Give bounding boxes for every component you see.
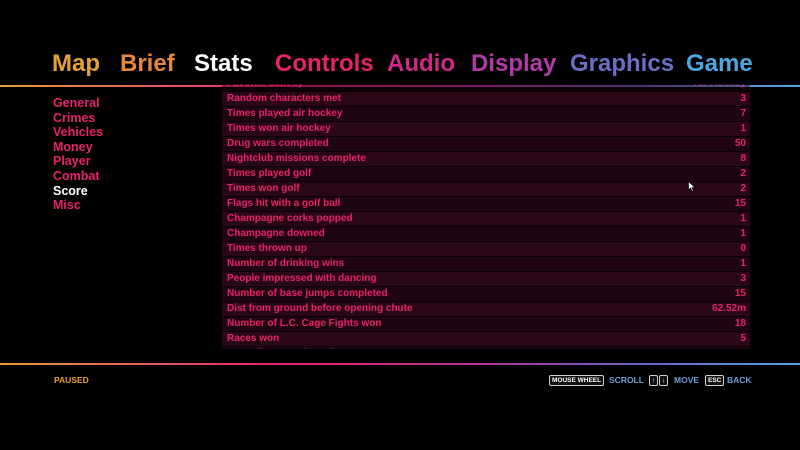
sidebar-item-combat[interactable]: Combat bbox=[53, 169, 103, 184]
stat-value: Air Hockey bbox=[694, 84, 746, 91]
back-button[interactable]: BACK bbox=[727, 375, 752, 385]
stat-value: 7 bbox=[740, 108, 746, 119]
stat-value: 50 bbox=[734, 138, 746, 149]
sidebar-item-vehicles[interactable]: Vehicles bbox=[53, 125, 103, 140]
stat-label: Flags hit with a golf ball bbox=[227, 198, 341, 209]
stat-label: Drug wars completed bbox=[227, 138, 329, 149]
footer-divider bbox=[0, 363, 800, 365]
menu-tab-bar: Map Brief Stats Controls Audio Display G… bbox=[0, 48, 800, 82]
stat-row[interactable]: Races won 5 bbox=[222, 332, 750, 347]
scroll-hint: SCROLL bbox=[609, 375, 644, 385]
stat-value: 50 bbox=[735, 347, 746, 349]
stat-value: 1 bbox=[740, 213, 746, 224]
stat-row[interactable]: Number of L.C. Cage Fights won 18 bbox=[222, 317, 750, 332]
stats-category-list: General Crimes Vehicles Money Player Com… bbox=[53, 96, 103, 213]
stat-row[interactable]: Favorite activity Air Hockey bbox=[222, 84, 750, 92]
stat-row[interactable]: Champagne corks popped 1 bbox=[222, 212, 750, 227]
stat-value: 8 bbox=[740, 153, 746, 164]
stat-value: 2 bbox=[740, 183, 746, 194]
stat-row[interactable]: Dist from ground before opening chute 62.… bbox=[222, 302, 750, 317]
mouse-cursor-icon bbox=[688, 181, 696, 192]
mouse-wheel-key-icon: MOUSE WHEEL bbox=[549, 375, 605, 386]
stat-label: Races won bbox=[227, 333, 280, 344]
sidebar-item-player[interactable]: Player bbox=[53, 154, 103, 169]
stat-value: 2 bbox=[740, 168, 746, 179]
tab-map[interactable]: Map bbox=[52, 48, 100, 80]
stat-label: Nightclub missions complete bbox=[227, 153, 366, 164]
up-arrow-key-icon: ↑ bbox=[649, 375, 659, 386]
footer-bar: PAUSED MOUSE WHEEL SCROLL ↑ ↓ MOVE ESC B… bbox=[0, 373, 800, 389]
tab-brief[interactable]: Brief bbox=[120, 48, 175, 80]
stat-value: 0 bbox=[740, 243, 746, 254]
stat-row[interactable]: Number of drinking wins 1 bbox=[222, 257, 750, 272]
stat-label: Number of L.C. Cage Fights won bbox=[227, 318, 382, 329]
sidebar-item-general[interactable]: General bbox=[53, 96, 103, 111]
stat-label: Times won golf bbox=[227, 183, 300, 194]
stat-value: 5 bbox=[740, 333, 746, 344]
stat-label: Number of base jumps completed bbox=[227, 288, 388, 299]
stat-value: 1 bbox=[740, 228, 746, 239]
stat-row[interactable]: Times won air hockey 1 bbox=[222, 122, 750, 137]
stat-label: Times thrown up bbox=[227, 243, 307, 254]
stat-row[interactable]: People impressed with dancing 3 bbox=[222, 272, 750, 287]
tab-graphics[interactable]: Graphics bbox=[570, 48, 674, 80]
paused-status: PAUSED bbox=[54, 375, 89, 385]
sidebar-item-crimes[interactable]: Crimes bbox=[53, 111, 103, 126]
stat-label: Times played golf bbox=[227, 168, 312, 179]
stat-value: 3 bbox=[740, 273, 746, 284]
stat-value: 15 bbox=[734, 198, 746, 209]
stat-row[interactable]: Champagne downed 1 bbox=[222, 227, 750, 242]
stat-row[interactable]: Times won golf 2 bbox=[222, 182, 750, 197]
tab-audio[interactable]: Audio bbox=[387, 48, 455, 80]
tab-display[interactable]: Display bbox=[471, 48, 556, 80]
stat-value: 3 bbox=[740, 93, 746, 104]
stat-value: 62.52m bbox=[712, 303, 746, 314]
esc-key-icon: ESC bbox=[705, 375, 725, 386]
stat-row[interactable]: Times played air hockey 7 bbox=[222, 107, 750, 122]
sidebar-item-money[interactable]: Money bbox=[53, 140, 103, 155]
stat-label: Number of drinking wins bbox=[227, 258, 345, 269]
stat-value: 1 bbox=[740, 123, 746, 134]
move-hint: MOVE bbox=[674, 375, 700, 385]
stat-row[interactable]: Times played golf 2 bbox=[222, 167, 750, 182]
stat-row[interactable]: Nightclub missions complete 8 bbox=[222, 152, 750, 167]
stat-label: Random characters met bbox=[227, 93, 341, 104]
stat-label: Times won air hockey bbox=[227, 123, 331, 134]
stat-label: Champagne downed bbox=[227, 228, 325, 239]
tab-controls[interactable]: Controls bbox=[275, 48, 374, 80]
tab-game[interactable]: Game bbox=[686, 48, 753, 80]
stat-value: 18 bbox=[734, 318, 746, 329]
stat-label: Favorite activity bbox=[227, 84, 303, 91]
stat-label: People impressed with dancing bbox=[227, 273, 377, 284]
stat-label: Times played air hockey bbox=[227, 108, 343, 119]
stat-label: Seagulls exterminated bbox=[227, 347, 333, 349]
stat-row[interactable]: Times thrown up 0 bbox=[222, 242, 750, 257]
stat-value: 15 bbox=[734, 288, 746, 299]
stats-list[interactable]: Favorite activityAir HockeyRandom charac… bbox=[222, 84, 750, 349]
stat-value: 1 bbox=[740, 258, 746, 269]
stat-label: Dist from ground before opening chute bbox=[227, 303, 413, 314]
sidebar-item-misc[interactable]: Misc bbox=[53, 198, 103, 213]
sidebar-item-score[interactable]: Score bbox=[53, 184, 103, 199]
stat-row[interactable]: Flags hit with a golf ball 15 bbox=[222, 197, 750, 212]
stat-row[interactable]: Number of base jumps completed 15 bbox=[222, 287, 750, 302]
stat-row[interactable]: Seagulls exterminated 50 bbox=[222, 347, 750, 349]
tab-stats[interactable]: Stats bbox=[194, 48, 253, 80]
stat-row[interactable]: Random characters met 3 bbox=[222, 92, 750, 107]
stat-label: Champagne corks popped bbox=[227, 213, 353, 224]
down-arrow-key-icon: ↓ bbox=[659, 375, 669, 386]
stat-row[interactable]: Drug wars completed 50 bbox=[222, 137, 750, 152]
